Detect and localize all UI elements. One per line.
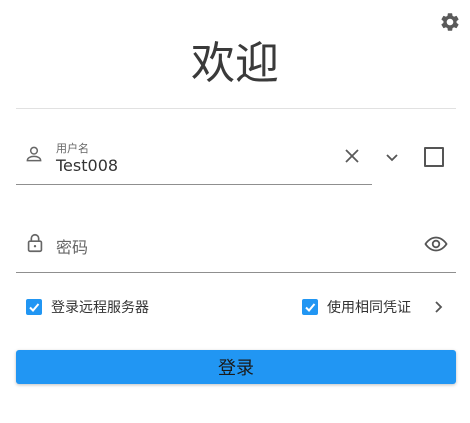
gear-icon	[439, 11, 461, 33]
person-icon	[24, 144, 44, 164]
settings-button[interactable]	[439, 11, 461, 33]
checkmark-icon	[28, 301, 40, 313]
lock-icon	[24, 232, 46, 254]
remote-server-label[interactable]: 登录远程服务器	[51, 299, 149, 317]
eye-icon[interactable]	[424, 232, 448, 256]
username-field[interactable]: 用户名 Test008	[16, 132, 372, 185]
checkmark-icon	[304, 301, 316, 313]
same-credentials-label[interactable]: 使用相同凭证	[327, 299, 411, 317]
password-input[interactable]: 密码	[56, 234, 88, 258]
same-credentials-checkbox[interactable]	[302, 299, 318, 315]
chevron-right-icon[interactable]	[430, 299, 446, 315]
password-field[interactable]: 密码	[16, 220, 456, 273]
close-icon[interactable]	[342, 146, 362, 166]
login-button[interactable]: 登录	[16, 350, 456, 384]
remote-server-checkbox[interactable]	[26, 299, 42, 315]
header-divider	[16, 108, 456, 109]
login-button-label: 登录	[218, 358, 254, 379]
page-title: 欢迎	[191, 38, 279, 89]
chevron-down-icon[interactable]	[383, 148, 401, 166]
remember-username-checkbox[interactable]	[424, 147, 444, 167]
username-input[interactable]: Test008	[56, 156, 118, 175]
username-label: 用户名	[56, 142, 89, 155]
